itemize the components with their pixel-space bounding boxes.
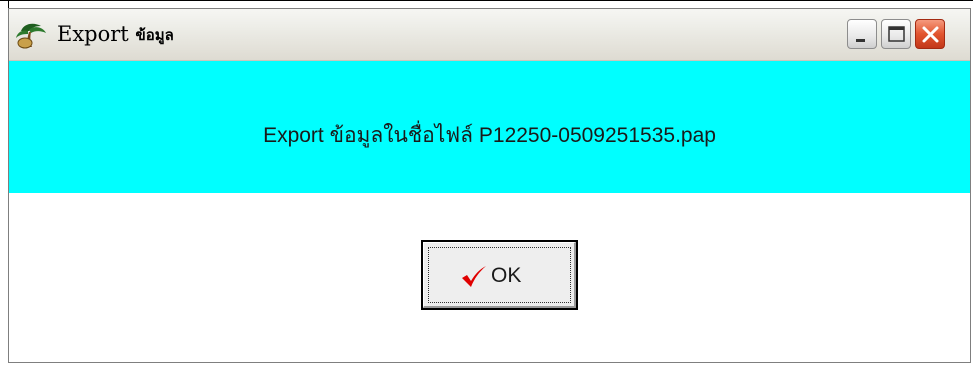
top-rule-tick xyxy=(8,0,9,8)
title-bar[interactable]: Export ข้อมูล xyxy=(9,9,970,61)
maximize-icon xyxy=(888,26,905,42)
close-icon xyxy=(922,26,939,43)
checkmark-icon xyxy=(461,266,487,288)
ok-button-label: OK xyxy=(491,264,522,287)
export-message: Export ข้อมูลในชื่อไฟล์ P12250-050925153… xyxy=(263,124,716,147)
minimize-button[interactable] xyxy=(847,19,877,49)
minimize-icon xyxy=(856,39,865,42)
top-rule xyxy=(0,0,973,1)
palm-tree-app-icon[interactable] xyxy=(15,21,49,49)
window-title-prefix: Export xyxy=(57,22,129,46)
ok-button[interactable]: OK xyxy=(421,240,578,310)
window-title-thai: ข้อมูล xyxy=(135,26,174,44)
window-title: Export ข้อมูล xyxy=(57,22,174,47)
close-button[interactable] xyxy=(915,19,945,49)
maximize-button[interactable] xyxy=(881,19,911,49)
message-banner: Export ข้อมูลในชื่อไฟล์ P12250-050925153… xyxy=(9,61,970,193)
export-dialog-window: Export ข้อมูล Export ข้อมูลในชื่อไฟล์ P1… xyxy=(8,8,971,363)
